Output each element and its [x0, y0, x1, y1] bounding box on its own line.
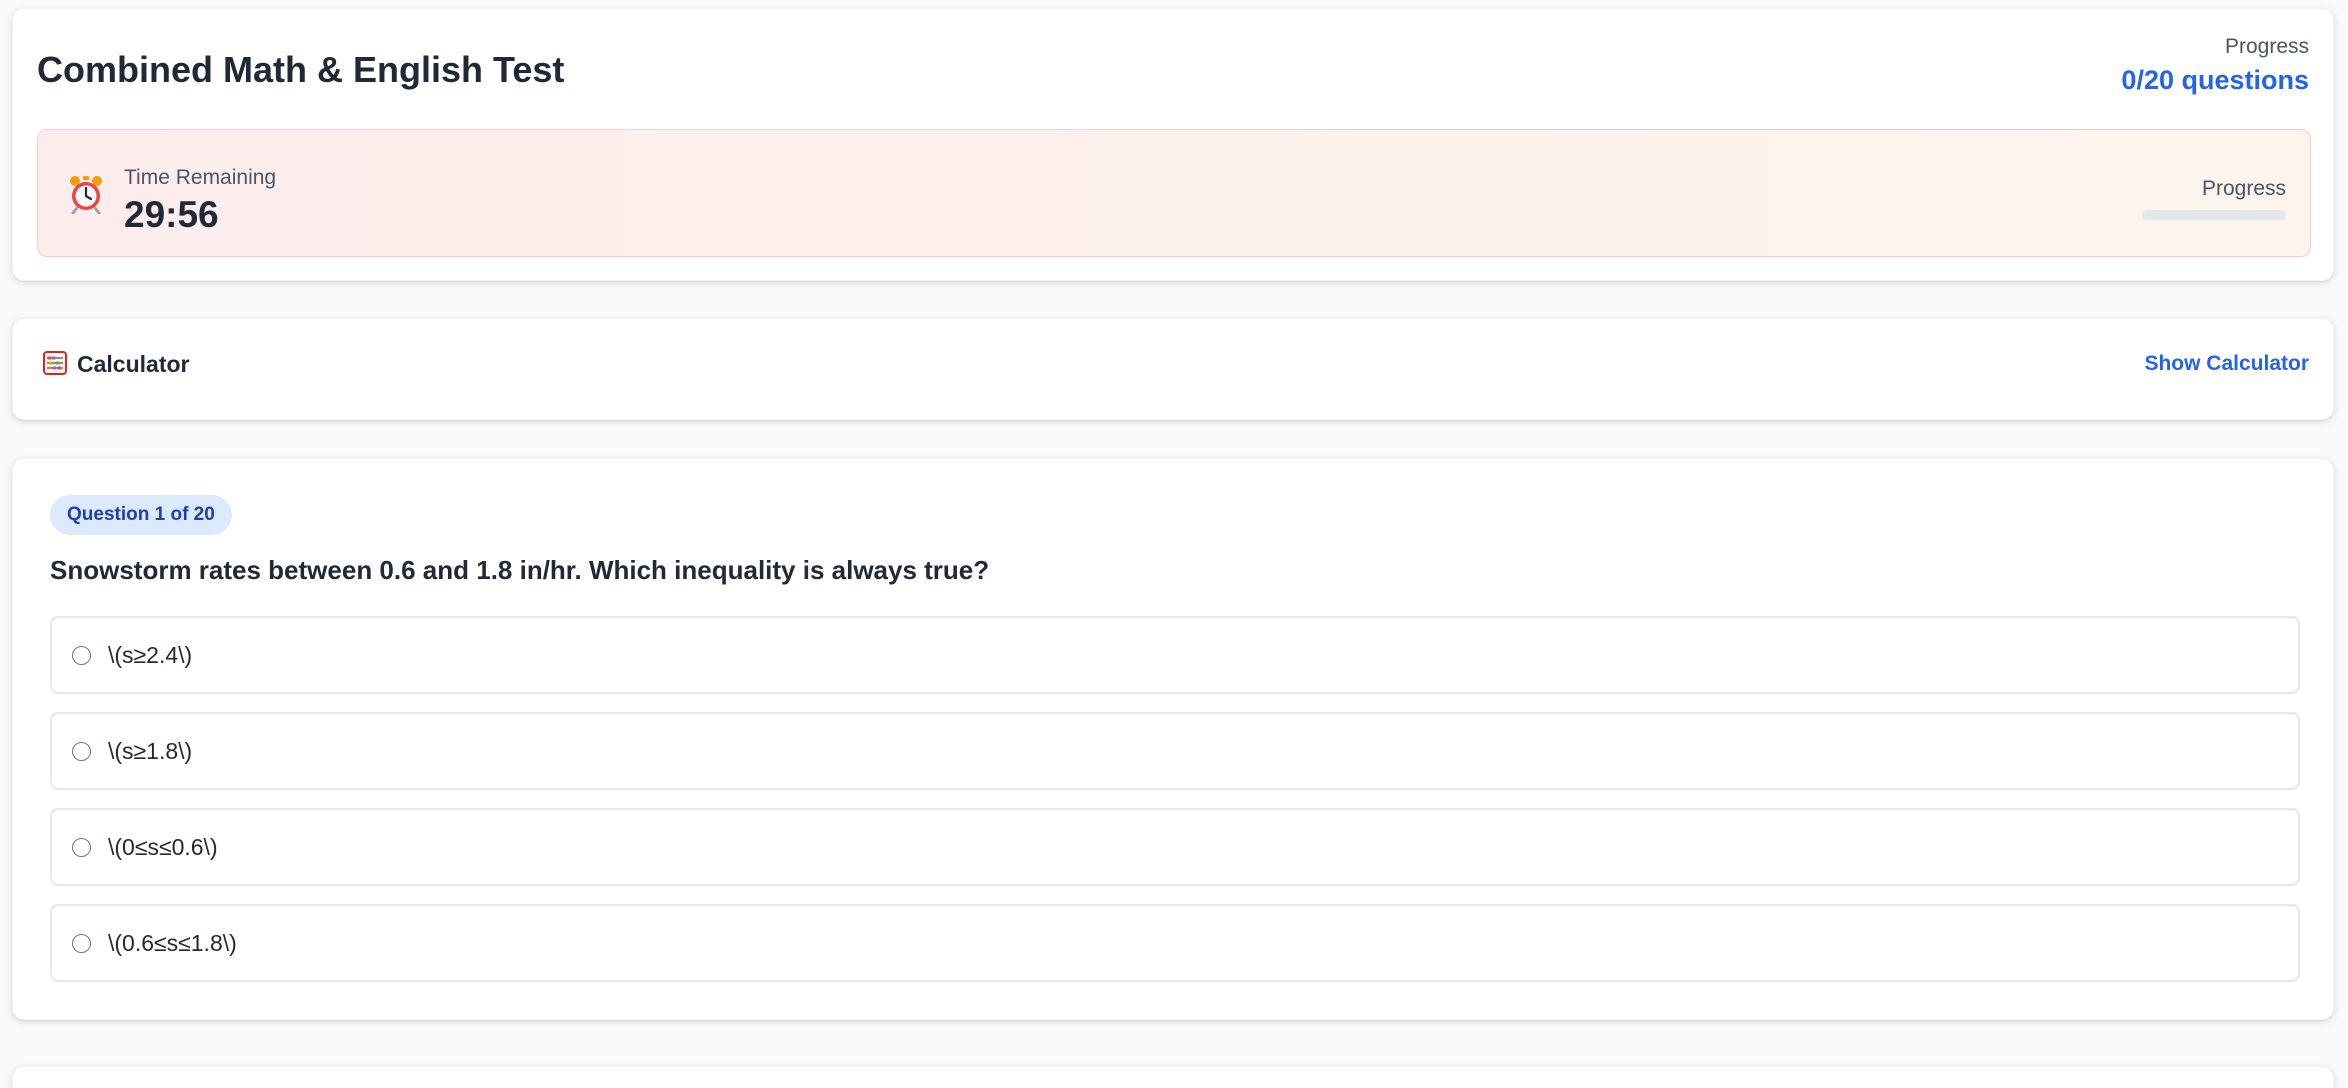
answer-option-label: \(s≥2.4\): [108, 642, 193, 668]
alarm-clock-icon: [70, 176, 102, 214]
show-calculator-button[interactable]: Show Calculator: [2144, 352, 2309, 376]
answer-option-label: \(0.6≤s≤1.8\): [108, 930, 237, 956]
answer-option[interactable]: \(s≥1.8\): [50, 712, 2300, 790]
calculator-title: Calculator: [77, 351, 190, 377]
radio-button[interactable]: [72, 838, 91, 857]
next-section-card: [12, 1066, 2334, 1088]
question-number-badge: Question 1 of 20: [50, 495, 232, 535]
progress-summary: Progress 0/20 questions: [2121, 35, 2309, 96]
progress-label: Progress: [2224, 35, 2309, 58]
test-header-card: Combined Math & English Test Progress 0/…: [12, 8, 2334, 281]
answer-option[interactable]: \(s≥2.4\): [50, 616, 2300, 694]
abacus-icon: [43, 351, 67, 375]
radio-button[interactable]: [72, 646, 91, 665]
progress-count: 0/20 questions: [2121, 65, 2309, 95]
radio-button[interactable]: [72, 934, 91, 953]
answer-option-label: \(s≥1.8\): [108, 738, 193, 764]
timer-panel: Time Remaining 29:56 Progress: [37, 129, 2311, 257]
answer-option[interactable]: \(0.6≤s≤1.8\): [50, 904, 2300, 982]
answer-option-label: \(0≤s≤0.6\): [108, 834, 218, 860]
radio-button[interactable]: [72, 742, 91, 761]
question-text: Snowstorm rates between 0.6 and 1.8 in/h…: [50, 555, 990, 585]
answer-option[interactable]: \(0≤s≤0.6\): [50, 808, 2300, 886]
time-remaining-value: 29:56: [124, 194, 219, 235]
progress-bar: [2142, 210, 2286, 220]
question-card: Question 1 of 20 Snowstorm rates between…: [12, 458, 2334, 1020]
calculator-card: Calculator Show Calculator: [12, 318, 2334, 420]
page-title: Combined Math & English Test: [37, 49, 565, 90]
time-remaining-label: Time Remaining: [124, 166, 277, 189]
timer-progress-label: Progress: [2201, 177, 2286, 200]
